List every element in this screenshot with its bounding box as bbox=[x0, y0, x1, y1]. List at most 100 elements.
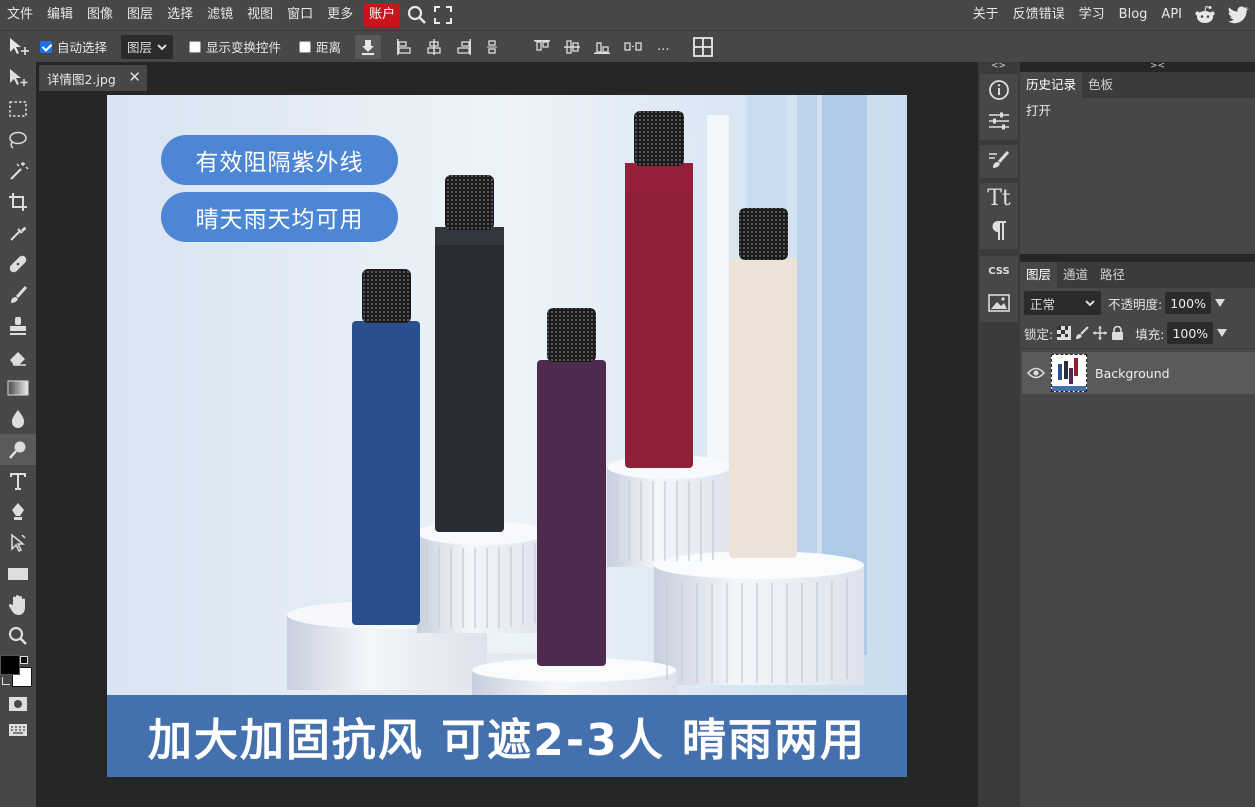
distance-check-box[interactable] bbox=[299, 40, 312, 53]
foreground-color-swatch[interactable] bbox=[0, 655, 20, 675]
color-swatches[interactable] bbox=[0, 651, 36, 691]
tab-paths[interactable]: 路径 bbox=[1094, 262, 1131, 288]
opacity-label: 不透明度: bbox=[1108, 296, 1163, 312]
move-arrow-icon bbox=[10, 68, 28, 86]
distribute-h-icon[interactable] bbox=[486, 39, 502, 55]
menu-edit[interactable]: 编辑 bbox=[40, 0, 80, 30]
align-left-icon[interactable] bbox=[396, 38, 412, 55]
grid-icon[interactable] bbox=[693, 36, 714, 57]
auto-select-label: 自动选择 bbox=[57, 40, 108, 55]
reddit-icon[interactable] bbox=[1189, 0, 1221, 30]
menu-blog[interactable]: Blog bbox=[1112, 0, 1155, 30]
shape-tool[interactable] bbox=[0, 558, 36, 589]
stamp-tool[interactable] bbox=[0, 310, 36, 341]
lock-move-icon[interactable] bbox=[1093, 326, 1108, 340]
close-icon[interactable]: ✕ bbox=[128, 68, 141, 86]
magic-wand-tool[interactable] bbox=[0, 155, 36, 186]
tab-layers[interactable]: 图层 bbox=[1020, 262, 1058, 288]
blend-mode-select[interactable]: 正常 bbox=[1024, 291, 1101, 315]
blur-tool[interactable] bbox=[0, 403, 36, 434]
distribute-v-icon[interactable] bbox=[624, 39, 642, 55]
show-transform-checkbox[interactable]: 显示变换控件 bbox=[189, 37, 281, 56]
menu-image[interactable]: 图像 bbox=[80, 0, 120, 30]
fullscreen-icon[interactable] bbox=[430, 0, 456, 30]
eraser-icon bbox=[10, 351, 26, 366]
menu-window[interactable]: 窗口 bbox=[280, 0, 320, 30]
menu-report-bug[interactable]: 反馈错误 bbox=[1006, 0, 1072, 30]
lock-all-icon[interactable] bbox=[1111, 326, 1124, 340]
zoom-tool[interactable] bbox=[0, 620, 36, 651]
history-entry-open[interactable]: 打开 bbox=[1020, 98, 1255, 124]
target-select[interactable]: 图层 bbox=[121, 34, 174, 59]
path-select-tool[interactable] bbox=[0, 527, 36, 558]
auto-select-check-box[interactable] bbox=[40, 40, 52, 53]
eye-icon[interactable] bbox=[1027, 367, 1045, 379]
opacity-dropdown-icon[interactable] bbox=[1214, 298, 1226, 308]
collapse-left-toggle[interactable]: <> bbox=[991, 61, 1006, 71]
show-transform-check-box[interactable] bbox=[189, 40, 202, 53]
eraser-tool[interactable] bbox=[0, 341, 36, 372]
menu-more[interactable]: 更多 bbox=[320, 0, 360, 30]
paragraph-panel-button[interactable] bbox=[980, 214, 1018, 245]
info-panel-button[interactable] bbox=[980, 74, 1018, 105]
align-top-icon[interactable] bbox=[534, 39, 551, 55]
menu-filter[interactable]: 滤镜 bbox=[200, 0, 240, 30]
opacity-input[interactable]: 100% bbox=[1165, 292, 1211, 314]
tab-history[interactable]: 历史记录 bbox=[1020, 72, 1083, 98]
align-center-h-icon[interactable] bbox=[426, 38, 442, 55]
dodge-tool[interactable] bbox=[0, 434, 36, 465]
distance-checkbox[interactable]: 距离 bbox=[299, 37, 341, 56]
align-middle-v-icon[interactable] bbox=[564, 39, 581, 55]
search-icon[interactable] bbox=[404, 0, 430, 30]
document-image[interactable]: 有效阻隔紫外线 晴天雨天均可用 加大加固抗风 可遮2-3人 晴雨两用 bbox=[107, 95, 907, 777]
menu-layer[interactable]: 图层 bbox=[120, 0, 160, 30]
canvas-area[interactable]: 有效阻隔紫外线 晴天雨天均可用 加大加固抗风 可遮2-3人 晴雨两用 bbox=[36, 92, 978, 807]
eyedropper-tool[interactable] bbox=[0, 217, 36, 248]
download-icon[interactable] bbox=[355, 34, 382, 59]
align-bottom-icon[interactable] bbox=[594, 39, 611, 55]
quick-mask-tool[interactable] bbox=[0, 691, 36, 717]
brush-tool[interactable] bbox=[0, 279, 36, 310]
collapse-right-toggle[interactable]: >< bbox=[1150, 61, 1165, 71]
layer-name: Background bbox=[1095, 365, 1170, 381]
twitter-icon[interactable] bbox=[1221, 0, 1255, 30]
gradient-tool[interactable] bbox=[0, 372, 36, 403]
fill-input[interactable]: 100% bbox=[1167, 322, 1214, 344]
menu-api[interactable]: API bbox=[1154, 0, 1189, 30]
lock-brush-icon[interactable] bbox=[1075, 326, 1089, 340]
healing-tool[interactable] bbox=[0, 248, 36, 279]
keyboard-tool[interactable] bbox=[0, 717, 36, 743]
brushes-panel-button[interactable] bbox=[980, 145, 1018, 176]
tab-swatches[interactable]: 色板 bbox=[1082, 72, 1119, 98]
css-panel-button[interactable]: CSS bbox=[980, 256, 1018, 287]
menu-about[interactable]: 关于 bbox=[966, 0, 1006, 30]
blend-opacity-row: 正常 不透明度: 100% bbox=[1020, 288, 1255, 318]
more-options[interactable]: ... bbox=[657, 39, 669, 54]
tools-panel bbox=[0, 62, 36, 807]
menu-file[interactable]: 文件 bbox=[0, 0, 40, 30]
hand-tool[interactable] bbox=[0, 589, 36, 620]
align-right-icon[interactable] bbox=[456, 38, 472, 55]
tab-channels[interactable]: 通道 bbox=[1057, 262, 1094, 288]
swap-colors-icon[interactable] bbox=[2, 677, 10, 685]
lasso-tool[interactable] bbox=[0, 124, 36, 155]
crop-tool[interactable] bbox=[0, 186, 36, 217]
document-tab[interactable]: 详情图2.jpg ✕ bbox=[39, 65, 147, 91]
layer-row-background[interactable]: Background bbox=[1022, 352, 1255, 394]
marquee-tool[interactable] bbox=[0, 93, 36, 124]
character-panel-button[interactable]: Tt bbox=[980, 183, 1018, 214]
move-tool[interactable] bbox=[0, 62, 36, 93]
adjustments-panel-button[interactable] bbox=[980, 105, 1018, 136]
type-tool[interactable] bbox=[0, 465, 36, 496]
menu-select[interactable]: 选择 bbox=[160, 0, 200, 30]
lock-transparency-icon[interactable] bbox=[1057, 326, 1072, 340]
image-panel-button[interactable] bbox=[980, 287, 1018, 318]
reset-colors-icon[interactable] bbox=[20, 656, 28, 664]
auto-select-checkbox[interactable]: 自动选择 bbox=[40, 37, 107, 56]
marquee-icon bbox=[9, 100, 27, 117]
menu-learn[interactable]: 学习 bbox=[1072, 0, 1112, 30]
menu-view[interactable]: 视图 bbox=[240, 0, 280, 30]
fill-dropdown-icon[interactable] bbox=[1216, 328, 1228, 338]
menu-account[interactable]: 账户 bbox=[364, 3, 401, 27]
pen-tool[interactable] bbox=[0, 496, 36, 527]
